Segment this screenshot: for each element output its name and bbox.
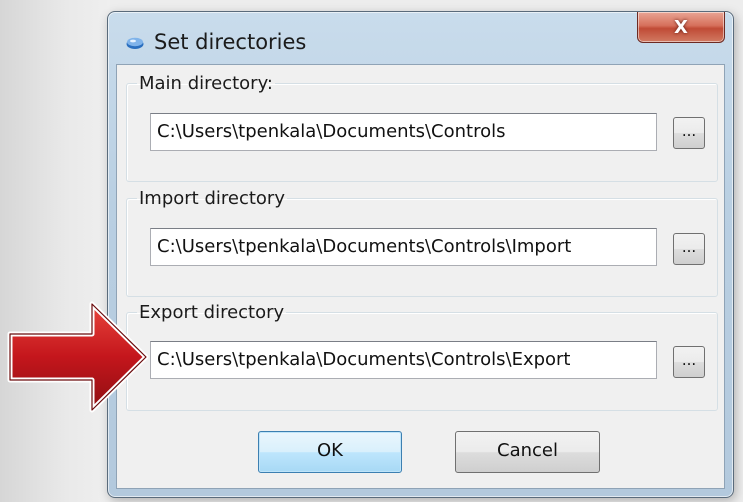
main-directory-field[interactable]: C:\Users\tpenkala\Documents\Controls [150,113,657,151]
close-icon: X [674,16,688,38]
export-directory-label: Export directory [139,302,285,323]
import-directory-label: Import directory [139,188,285,209]
red-arrow-icon [7,301,149,413]
main-directory-browse-button[interactable]: ... [673,117,705,149]
dialog-client-area: Main directory: C:\Users\tpenkala\Docume… [116,64,725,489]
ok-button[interactable]: OK [258,431,402,473]
export-directory-field[interactable]: C:\Users\tpenkala\Documents\Controls\Exp… [150,341,657,379]
window-title: Set directories [154,30,307,54]
import-directory-field[interactable]: C:\Users\tpenkala\Documents\Controls\Imp… [150,228,657,266]
desktop-backdrop [0,0,110,502]
set-directories-dialog: Set directories X Main directory: C:\Use… [107,11,734,498]
close-button[interactable]: X [637,12,725,43]
title-bar[interactable]: Set directories X [108,12,733,64]
cancel-button[interactable]: Cancel [455,431,600,473]
app-disc-icon [126,37,144,49]
export-directory-browse-button[interactable]: ... [673,346,705,378]
import-directory-browse-button[interactable]: ... [673,233,705,265]
main-directory-label: Main directory: [139,73,273,94]
